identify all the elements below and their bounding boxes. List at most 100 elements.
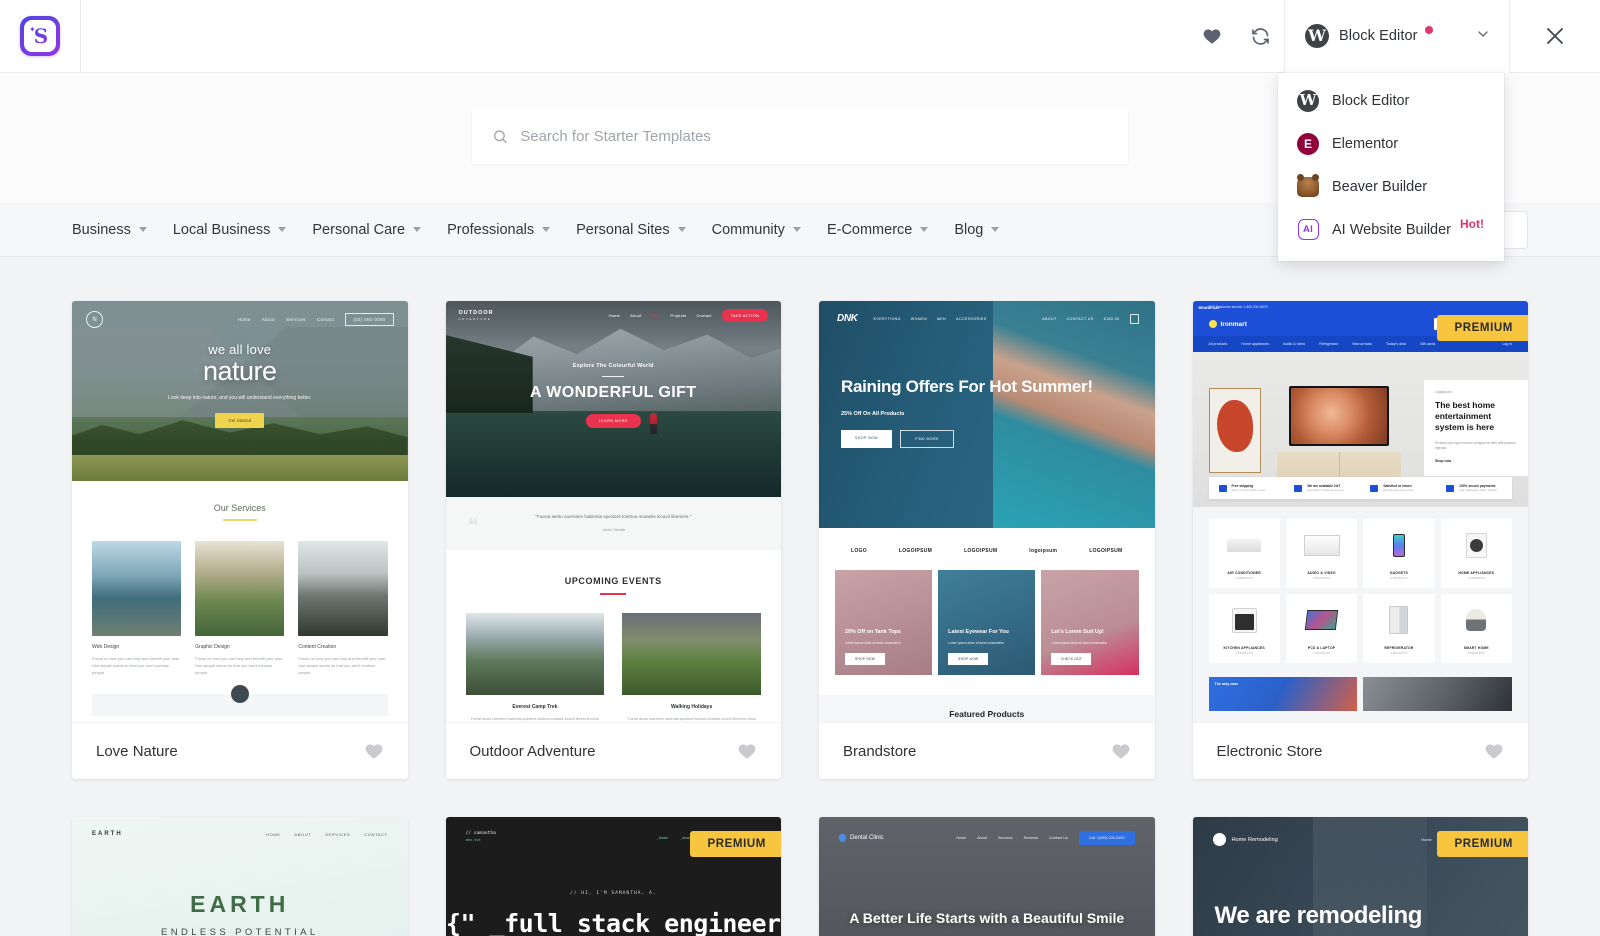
chevron-down-icon	[1475, 26, 1491, 47]
nav-item-business[interactable]: Business	[72, 222, 147, 238]
search-icon	[494, 129, 507, 143]
mini-category-name: PCS & LAPTOP	[1307, 646, 1336, 650]
builder-option-block-editor[interactable]: W Block Editor	[1278, 79, 1504, 122]
nav-label: Personal Sites	[576, 221, 670, 238]
mini-brand: Dental Clinic	[839, 834, 884, 842]
mini-category-count: 4 PRODUCTS	[1313, 652, 1330, 655]
mini-service-item: Web Design Focus on how you can help and…	[92, 541, 182, 676]
mini-nav-link: Gift cards	[1419, 342, 1436, 346]
premium-badge: PREMIUM	[1437, 831, 1528, 857]
mini-event-image	[622, 613, 761, 696]
mini-hero-copy: Raining Offers For Hot Summer! 25% Off O…	[841, 377, 1093, 448]
nav-item-community[interactable]: Community	[712, 222, 801, 238]
builder-option-elementor[interactable]: E Elementor	[1278, 122, 1504, 165]
mini-nav-link: ABOUT	[1042, 316, 1057, 321]
mini-cta-primary: SHOP NOW	[841, 429, 893, 448]
mini-category-name: HOME APPLIANCES	[1458, 571, 1495, 575]
mini-headline: A Better Life Starts with a Beautiful Sm…	[849, 910, 1125, 926]
sync-icon	[1251, 27, 1269, 45]
air-conditioner-icon	[1209, 519, 1280, 571]
search-box[interactable]	[472, 108, 1128, 164]
templates-grid-wrapper: N Home About Services Contact (03) 000-0…	[0, 257, 1600, 936]
favorite-toggle[interactable]	[1484, 742, 1504, 761]
mini-nav-link: All products	[1208, 342, 1228, 346]
template-card[interactable]: OUTDOOR ADVENTURE Home About Blog Projec…	[445, 301, 781, 779]
template-card[interactable]: PREMIUM 24/7 Customer service 1-800-234-…	[1192, 301, 1528, 779]
mini-divider	[222, 519, 257, 521]
mini-site-electronic-store: 24/7 Customer service 1-800-234-5678 Iro…	[1192, 301, 1528, 722]
favorites-button[interactable]	[1188, 0, 1236, 73]
favorite-toggle[interactable]	[364, 742, 384, 761]
app-logo[interactable]: ✦ S	[0, 0, 81, 73]
mini-nav-links: Home About Blog Projects Contact TAKE AC…	[609, 309, 768, 322]
mini-event-image	[465, 613, 605, 696]
template-card[interactable]: EARTH HOME ABOUT SERVICES CONTACT EARTH …	[72, 817, 408, 936]
mini-brand: OUTDOOR ADVENTURE	[459, 310, 494, 321]
mini-site-outdoor-adventure: OUTDOOR ADVENTURE Home About Blog Projec…	[445, 301, 781, 722]
chevron-down-icon	[677, 227, 686, 232]
close-button[interactable]	[1510, 0, 1600, 73]
mini-site-brandstore: DNK EVERYTHING WOMEN MEN ACCESSORIES ABO…	[819, 301, 1155, 722]
avatar	[230, 685, 249, 703]
favorite-toggle[interactable]	[1111, 742, 1131, 761]
nav-label: Local Business	[172, 221, 271, 238]
favorite-toggle[interactable]	[737, 742, 757, 761]
templates-grid: N Home About Services Contact (03) 000-0…	[72, 301, 1528, 936]
mini-nav-link: Contact Us	[1048, 836, 1068, 840]
mini-nav: DNK EVERYTHING WOMEN MEN ACCESSORIES ABO…	[837, 313, 1139, 324]
heart-icon	[1203, 28, 1221, 44]
template-card[interactable]: PREMIUM Home Remodeling Home About Servi…	[1192, 817, 1528, 936]
nav-item-personal-care[interactable]: Personal Care	[312, 222, 422, 238]
builder-selector[interactable]: W Block Editor	[1284, 0, 1510, 73]
mini-brand-sub: dev.txt	[465, 837, 481, 842]
mini-quote-author: - Adam Sendler	[600, 528, 626, 533]
template-card[interactable]: N Home About Services Contact (03) 000-0…	[72, 301, 408, 779]
nav-item-personal-sites[interactable]: Personal Sites	[576, 222, 686, 238]
nav-item-e-commerce[interactable]: E-Commerce	[827, 222, 929, 238]
template-card[interactable]: PREMIUM // samantha dev.txt _home _about…	[445, 817, 781, 936]
chevron-down-icon	[278, 227, 287, 232]
chevron-down-icon	[991, 227, 1000, 232]
mini-category-row: KITCHEN APPLIANCES 3 PRODUCTS PCS & LAPT…	[1208, 594, 1512, 663]
mini-category-item: REFRIGERATOR 5 PRODUCTS	[1363, 594, 1435, 663]
mini-categories-section: AIR CONDITIONER 4 PRODUCTS AUDIO & VIDEO…	[1192, 507, 1528, 677]
template-card[interactable]: Dental Clinic Home About Services Review…	[819, 817, 1155, 936]
mini-feature-item: We are available 24/7 Need help? Contact…	[1284, 484, 1360, 493]
builder-option-label: AI Website Builder	[1332, 221, 1452, 238]
mini-headline: {" _full stack engineer "}	[445, 909, 781, 936]
nav-item-blog[interactable]: Blog	[954, 222, 1000, 238]
nav-item-local-business[interactable]: Local Business	[173, 222, 287, 238]
mini-cta: Get Started	[215, 413, 265, 429]
builder-option-ai-website-builder[interactable]: AI AI Website Builder Hot!	[1278, 208, 1504, 251]
template-preview: DNK EVERYTHING WOMEN MEN ACCESSORIES ABO…	[819, 301, 1155, 722]
mini-nav: Dental Clinic Home About Services Review…	[839, 831, 1135, 845]
mini-section-title: Our Services	[213, 503, 266, 513]
mini-banner-title: BRAND DAY	[1198, 306, 1220, 310]
mini-brand-sub: ADVENTURE	[458, 317, 492, 322]
mini-event-text: Fuerat aestu carentem habentia spectent …	[627, 717, 756, 722]
mini-site-dental-clinic: Dental Clinic Home About Services Review…	[819, 817, 1155, 936]
television-shape	[1288, 386, 1389, 446]
nav-label: Community	[711, 221, 785, 238]
mini-services: Web Design Focus on how you can help and…	[92, 541, 388, 676]
close-icon	[1547, 28, 1563, 44]
search-input[interactable]	[520, 127, 1108, 145]
mini-feature-sub: Need help? Contact us anytime	[1307, 489, 1344, 493]
mini-headline: The best home entertainment system is he…	[1435, 400, 1495, 433]
mini-promo-cta: SHOP NOW	[845, 653, 885, 665]
mini-nav-cta: TAKE ACTION	[721, 309, 768, 322]
brand-mark-icon	[1212, 833, 1226, 846]
mini-section-title: UPCOMING EVENTS	[564, 576, 662, 587]
nav-item-professionals[interactable]: Professionals	[447, 222, 551, 238]
template-card[interactable]: DNK EVERYTHING WOMEN MEN ACCESSORIES ABO…	[819, 301, 1155, 779]
app-header: ✦ S W Block Editor	[0, 0, 1600, 73]
mini-quote: "Fuerat aestu carentem habentia spectent…	[535, 514, 692, 519]
mini-nav-link: ABOUT	[294, 831, 312, 837]
mini-nav-link: WOMEN	[910, 316, 927, 321]
wordpress-icon: W	[1305, 24, 1329, 48]
sync-button[interactable]	[1236, 0, 1284, 73]
starter-templates-logo-icon: ✦ S	[20, 16, 60, 56]
refrigerator-icon	[1363, 594, 1434, 646]
builder-option-beaver-builder[interactable]: Beaver Builder	[1278, 165, 1504, 208]
mini-cta: Shop now	[1435, 458, 1452, 463]
